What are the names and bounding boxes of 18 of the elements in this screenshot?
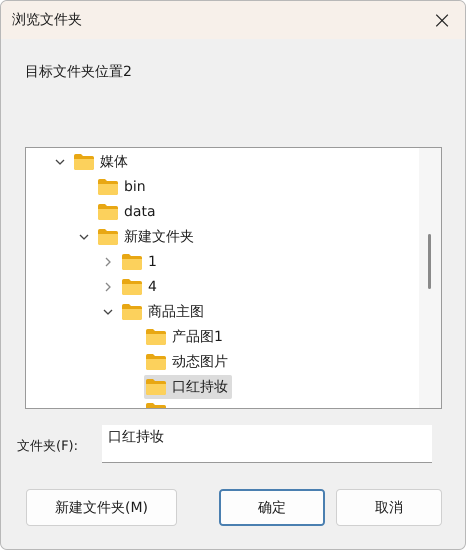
tree-item[interactable]: 媒体 xyxy=(72,150,132,174)
tree-item[interactable]: 1 xyxy=(120,250,161,274)
tree-item[interactable]: 口红持妆 xyxy=(144,374,232,398)
folder-name-field[interactable]: 口红持妆 xyxy=(102,425,432,463)
tree-item[interactable]: 商品主图 xyxy=(120,300,208,324)
cancel-button[interactable]: 取消 xyxy=(336,489,442,526)
new-folder-button[interactable]: 新建文件夹(M) xyxy=(26,489,177,526)
field-label: 文件夹(F): xyxy=(17,438,80,455)
description-text: 目标文件夹位置2 xyxy=(25,63,133,82)
tree-item[interactable]: 产品图1 xyxy=(144,324,227,348)
tree-item[interactable]: 动态图片 xyxy=(144,350,232,374)
tree-item[interactable]: bin xyxy=(96,174,150,198)
window-title: 浏览文件夹 xyxy=(12,11,82,29)
tree-item[interactable]: 4 xyxy=(120,274,161,298)
tree-item[interactable]: data xyxy=(96,200,160,224)
ok-button[interactable]: 确定 xyxy=(219,489,325,526)
tree-item[interactable]: 新建文件夹 xyxy=(96,224,198,248)
close-button[interactable]: × xyxy=(419,1,465,39)
